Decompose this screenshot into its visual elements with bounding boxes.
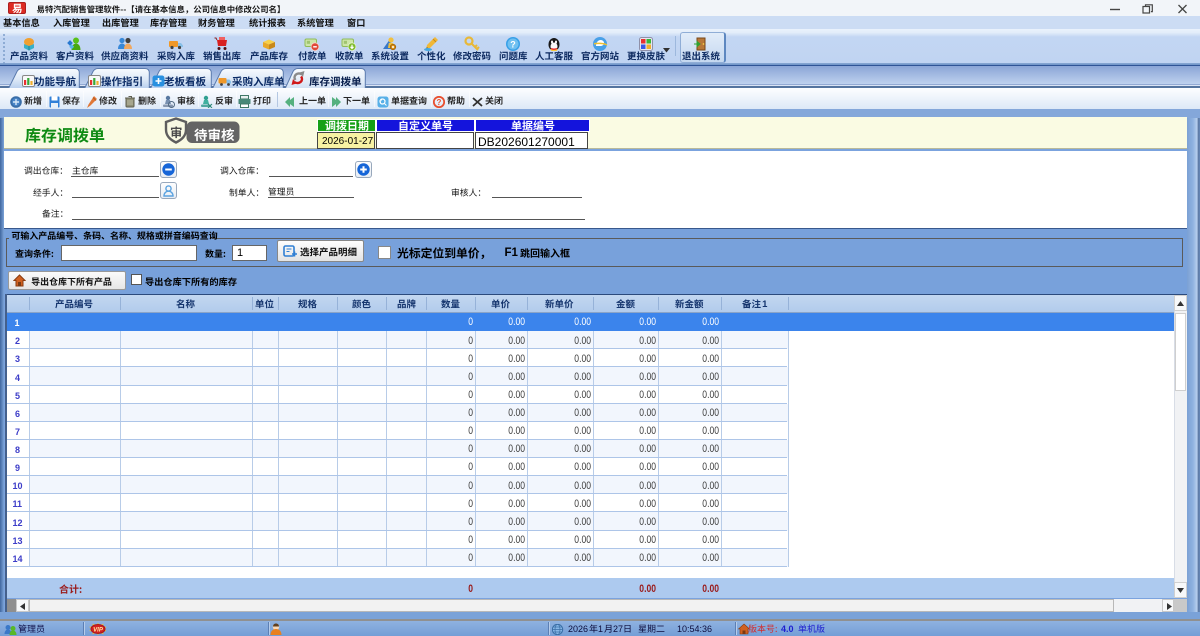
svg-text:?: ? — [437, 98, 442, 107]
svg-text:?: ? — [510, 40, 516, 50]
svg-text:VIP: VIP — [93, 628, 104, 634]
